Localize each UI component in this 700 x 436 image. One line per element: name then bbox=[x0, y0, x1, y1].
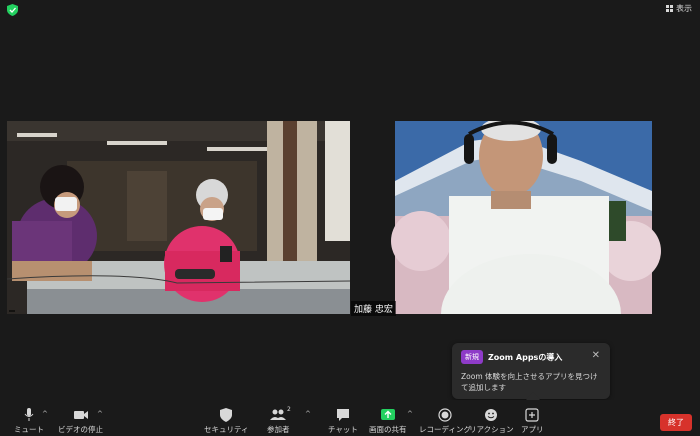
video-label: ビデオの停止 bbox=[58, 425, 103, 434]
mute-label: ミュート bbox=[14, 425, 44, 434]
security-label: セキュリティ bbox=[204, 425, 249, 434]
mute-options-chevron-icon[interactable]: ^ bbox=[42, 410, 48, 418]
grid-icon bbox=[666, 5, 673, 12]
video-tile-room[interactable] bbox=[7, 121, 350, 314]
participant-name-left bbox=[9, 310, 15, 312]
video-camera-icon bbox=[73, 411, 88, 419]
room-video-feed bbox=[7, 121, 350, 314]
share-label: 画面の共有 bbox=[369, 425, 407, 434]
reaction-button[interactable]: リアクション bbox=[469, 408, 514, 435]
encryption-shield-icon[interactable] bbox=[7, 4, 18, 16]
mute-button[interactable]: ミュート bbox=[14, 408, 44, 435]
reaction-smiley-icon bbox=[485, 409, 498, 421]
participants-label: 参加者 bbox=[267, 425, 290, 434]
share-options-chevron-icon[interactable]: ^ bbox=[407, 410, 413, 418]
video-tile-speaker[interactable] bbox=[351, 121, 693, 314]
apps-label: アプリ bbox=[521, 425, 544, 434]
zoom-apps-popup: 新規 Zoom Appsの導入 ✕ Zoom 体験を向上させるアプリを見つけて追… bbox=[452, 343, 610, 407]
close-icon[interactable]: ✕ bbox=[592, 350, 600, 361]
security-shield-icon bbox=[220, 408, 233, 422]
speaker-video-feed bbox=[351, 121, 693, 314]
participant-name-right: 加藤 忠宏 bbox=[351, 301, 396, 316]
new-badge: 新規 bbox=[461, 350, 483, 364]
chat-button[interactable]: チャット bbox=[328, 408, 358, 435]
reaction-label: リアクション bbox=[469, 425, 514, 434]
participants-icon bbox=[270, 409, 287, 420]
share-screen-button[interactable]: 画面の共有 bbox=[369, 408, 407, 435]
participants-count: 2 bbox=[287, 406, 291, 413]
apps-button[interactable]: アプリ bbox=[521, 408, 544, 435]
security-button[interactable]: セキュリティ bbox=[204, 408, 249, 435]
view-label: 表示 bbox=[676, 4, 692, 13]
popup-body: Zoom 体験を向上させるアプリを見つけて追加します bbox=[461, 372, 598, 392]
microphone-icon bbox=[24, 408, 34, 421]
record-label: レコーディング bbox=[419, 425, 471, 434]
video-options-chevron-icon[interactable]: ^ bbox=[97, 410, 103, 418]
popup-title: Zoom Appsの導入 bbox=[488, 352, 563, 362]
chat-bubble-icon bbox=[336, 409, 349, 421]
chat-label: チャット bbox=[328, 425, 358, 434]
meeting-toolbar: ミュート ^ ビデオの停止 ^ セキュリティ 参加者 2 ^ チャット 画面の共… bbox=[0, 400, 700, 436]
view-button[interactable]: 表示 bbox=[666, 3, 692, 14]
record-icon bbox=[438, 408, 452, 422]
participants-options-chevron-icon[interactable]: ^ bbox=[305, 410, 311, 418]
apps-icon bbox=[525, 408, 539, 422]
record-button[interactable]: レコーディング bbox=[419, 408, 471, 435]
end-meeting-button[interactable]: 終了 bbox=[660, 414, 692, 431]
share-screen-icon bbox=[380, 409, 395, 420]
